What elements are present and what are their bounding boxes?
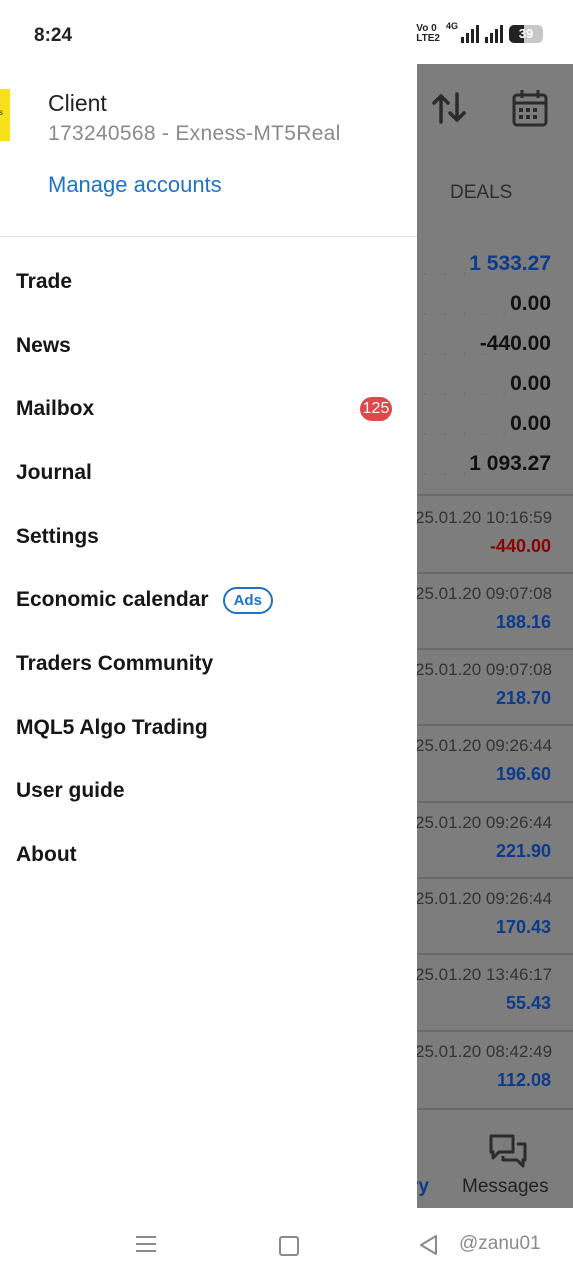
back-icon[interactable]: [418, 1234, 438, 1256]
watermark: @zanu01: [459, 1233, 541, 1254]
messages-icon: [489, 1134, 527, 1168]
bottom-nav: ry Messages: [417, 1108, 573, 1208]
summary-row: . . . . . 0.00: [423, 292, 551, 318]
summary-row: . . . . . 0.00: [423, 372, 551, 398]
background-app: DEALS . . .1 533.27 . . . . . 0.00 . . . …: [417, 64, 573, 1208]
deal-row: 25.01.20 09:07:08 218.70: [417, 660, 553, 708]
menu-item-user-guide[interactable]: User guide: [0, 760, 417, 824]
status-bar: 8:24 Vo 0 LTE2 4G 39: [0, 0, 573, 64]
nav-history-label: ry: [417, 1176, 429, 1197]
summary-row: . . .1 093.27: [423, 452, 551, 478]
menu-item-traders-community[interactable]: Traders Community: [0, 632, 417, 696]
menu-item-mailbox[interactable]: Mailbox 125: [0, 377, 417, 441]
menu-item-economic-calendar[interactable]: Economic calendar Ads: [0, 568, 417, 632]
clock: 8:24: [34, 25, 73, 46]
summary-row: . . .1 533.27: [423, 252, 551, 278]
system-icons: Vo 0 LTE2 4G 39: [416, 21, 543, 44]
battery-icon: 39: [509, 25, 543, 43]
navigation-drawer: s Client 173240568 - Exness-MT5Real Mana…: [0, 64, 417, 1208]
deal-row: 25.01.20 09:07:08 188.16: [417, 584, 553, 632]
deal-row: 25.01.20 09:26:44 170.43: [417, 889, 553, 937]
menu-item-about[interactable]: About: [0, 823, 417, 887]
manage-accounts-link[interactable]: Manage accounts: [48, 172, 222, 198]
signal-icon: [461, 25, 479, 43]
menu-item-trade[interactable]: Trade: [0, 250, 417, 314]
deal-row: 25.01.20 13:46:17 55.43: [417, 965, 553, 1013]
calendar-icon: [512, 90, 548, 127]
menu-item-mql5-algo-trading[interactable]: MQL5 Algo Trading: [0, 696, 417, 760]
deal-row: 25.01.20 09:26:44 221.90: [417, 813, 553, 861]
drawer-menu: Trade News Mailbox 125 Journal Settings E…: [0, 250, 417, 887]
network-type: 4G: [445, 21, 458, 31]
nav-messages-label: Messages: [462, 1176, 549, 1197]
client-name: Client: [48, 90, 107, 116]
drawer-divider: [0, 236, 417, 237]
summary-row: . . . . . 0.00: [423, 412, 551, 438]
broker-logo: s: [0, 89, 10, 141]
system-nav-bar: @zanu01: [0, 1208, 573, 1280]
unread-badge: 125: [360, 397, 392, 422]
menu-item-news[interactable]: News: [0, 314, 417, 378]
sort-icon: [432, 92, 466, 124]
tab-deals: DEALS: [450, 182, 513, 203]
deal-row: 25.01.20 10:16:59 -440.00: [417, 508, 553, 556]
account-number: 173240568 - Exness-MT5Real: [48, 122, 341, 145]
home-icon[interactable]: [279, 1236, 299, 1256]
menu-item-settings[interactable]: Settings: [0, 505, 417, 569]
signal-icon-2: [485, 25, 503, 43]
menu-item-journal[interactable]: Journal: [0, 441, 417, 505]
summary-row: . . . . -440.00: [423, 332, 551, 358]
deal-row: 25.01.20 09:26:44 196.60: [417, 736, 553, 784]
ads-tag: Ads: [222, 586, 273, 614]
volte-indicator: Vo 0 LTE2: [416, 23, 440, 44]
recent-apps-icon[interactable]: [136, 1234, 156, 1254]
deal-row: 25.01.20 08:42:49 112.08: [417, 1042, 553, 1090]
